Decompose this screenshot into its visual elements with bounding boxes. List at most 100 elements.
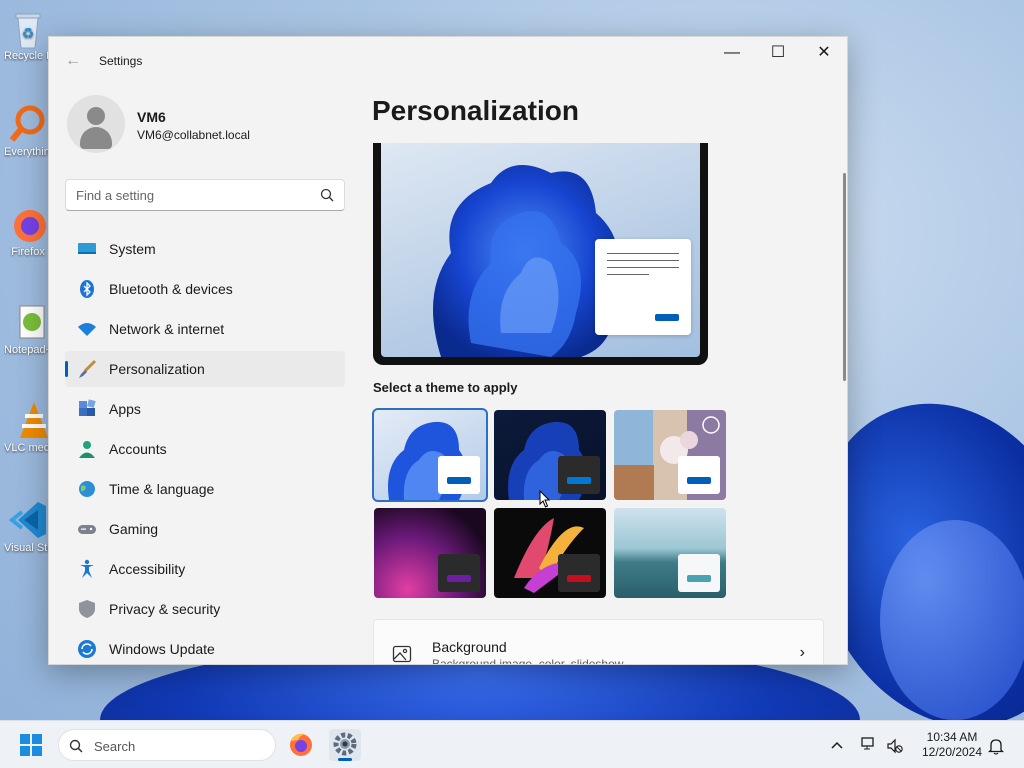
theme-mini-window [678,554,720,592]
bluetooth-icon [80,280,94,298]
globe-clock-icon [79,481,95,497]
theme-windows-light[interactable] [372,408,488,502]
theme-accent-swatch [687,477,711,484]
volume-muted-icon[interactable] [886,737,904,755]
nav-item-apps[interactable]: Apps [65,391,345,427]
wifi-icon [78,323,96,336]
back-arrow-icon[interactable]: ← [63,51,83,71]
system-display-icon [78,243,96,254]
theme-preview-screen [381,143,700,357]
chevron-up-icon[interactable] [830,739,844,751]
user-name: VM6 [137,109,166,125]
theme-accent-swatch [567,575,591,582]
theme-mini-window [558,456,600,494]
firefox-icon [8,204,48,244]
nav-item-personalization[interactable]: Personalization [65,351,345,387]
background-setting-card[interactable]: Background Background image, color, slid… [373,619,824,665]
nav-item-label: Accounts [109,441,167,457]
find-setting-search[interactable] [65,179,345,211]
chevron-right-icon: › [799,644,805,661]
clock-time: 10:34 AM [926,730,978,744]
notepad-plus-plus-icon [8,302,48,342]
taskbar-search-label: Search [94,739,136,754]
themes-label: Select a theme to apply [373,380,518,395]
maximize-button[interactable]: ☐ [755,37,801,69]
vlc-icon [8,400,48,440]
theme-glow[interactable] [374,508,486,598]
nav-item-accounts[interactable]: Accounts [65,431,345,467]
gamepad-icon [78,525,96,534]
theme-mini-window [558,554,600,592]
nav-item-bluetooth[interactable]: Bluetooth & devices [65,271,345,307]
title-bar: ← Settings — ☐ ✕ [49,37,847,85]
settings-gear-icon [333,732,357,756]
preview-dialog [595,239,691,335]
taskbar-app-firefox[interactable] [285,729,317,761]
background-card-subtitle: Background image, color, slideshow [432,657,624,665]
theme-windows-spotlight[interactable] [614,410,726,500]
active-app-indicator [338,758,352,761]
theme-accent-swatch [447,477,471,484]
windows-update-icon [78,640,96,658]
settings-window: ← Settings — ☐ ✕ VM6 VM6@collabnet.local… [48,36,848,665]
avatar-head [87,107,105,125]
nav-item-accessibility[interactable]: Accessibility [65,551,345,587]
preview-dialog-line [607,274,649,275]
theme-flow[interactable] [614,508,726,598]
svg-text:♻: ♻ [22,26,35,42]
recycle-bin-icon: ♻ [8,8,48,49]
nav-item-label: Network & internet [109,321,225,337]
shield-icon [79,600,95,618]
nav-item-label: Bluetooth & devices [109,281,233,297]
taskbar-app-settings[interactable] [329,729,361,761]
nav-item-gaming[interactable]: Gaming [65,511,345,547]
theme-mini-window [678,456,720,494]
content-scrollbar[interactable] [843,173,846,381]
theme-accent-swatch [567,477,591,484]
avatar[interactable] [67,95,125,153]
page-title: Personalization [372,95,579,126]
nav-item-network[interactable]: Network & internet [65,311,345,347]
nav-item-time-language[interactable]: Time & language [65,471,345,507]
notification-bell-icon[interactable] [988,737,1004,755]
background-card-title: Background [432,639,507,655]
taskbar-search[interactable]: Search [58,729,276,761]
theme-mini-window [438,456,480,494]
network-status-icon[interactable] [860,736,878,754]
nav-item-windows-update[interactable]: Windows Update [65,631,345,664]
theme-accent-swatch [447,575,471,582]
taskbar: Search 10:34 AM 12/20/2024 [0,720,1024,768]
close-button[interactable]: ✕ [801,37,847,69]
accounts-icon [79,441,95,458]
nav-item-label: Windows Update [109,641,215,657]
theme-mini-window [438,554,480,592]
nav-item-system[interactable]: System [65,231,345,267]
theme-captured-motion[interactable] [494,508,606,598]
windows-start-icon[interactable] [20,734,42,756]
preview-dialog-button [655,314,679,321]
clock-date: 12/20/2024 [921,745,983,759]
nav-item-privacy-security[interactable]: Privacy & security [65,591,345,627]
nav-item-label: Apps [109,401,141,417]
search-icon [69,739,83,753]
preview-dialog-line [607,260,679,261]
nav-item-label: Privacy & security [109,601,221,617]
firefox-icon [290,733,312,756]
theme-preview [373,143,708,365]
image-icon [392,645,412,663]
search-input[interactable] [66,180,306,210]
preview-dialog-line [607,267,679,268]
theme-windows-dark[interactable] [494,410,606,500]
app-title: Settings [99,54,143,68]
mouse-cursor-icon [539,490,551,508]
search-icon[interactable] [320,188,334,202]
minimize-button[interactable]: — [709,37,755,69]
taskbar-clock[interactable]: 10:34 AM 12/20/2024 [916,730,988,760]
nav-item-label: Gaming [109,521,159,537]
preview-dialog-line [607,253,679,254]
vscode-icon [8,500,48,540]
accessibility-icon [80,559,94,578]
nav-item-label: Accessibility [109,561,186,577]
apps-icon [79,399,96,416]
desktop-wallpaper-highlight [880,520,1024,720]
